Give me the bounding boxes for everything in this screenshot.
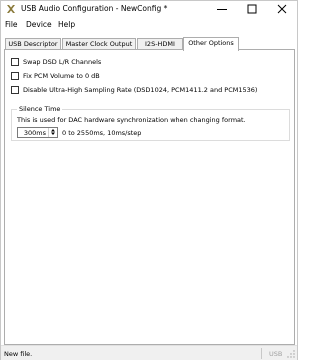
status-separator bbox=[261, 348, 262, 359]
disable-ultra-high-rate-label[interactable]: Disable Ultra-High Sampling Rate (DSD102… bbox=[23, 86, 257, 94]
silence-time-description: This is used for DAC hardware synchroniz… bbox=[17, 116, 246, 124]
minimize-icon bbox=[217, 9, 227, 10]
resize-grip-icon[interactable] bbox=[287, 350, 295, 358]
swap-dsd-checkbox[interactable] bbox=[11, 58, 19, 66]
status-message: New file. bbox=[4, 350, 33, 358]
silence-time-value[interactable]: 300ms bbox=[24, 129, 46, 137]
menu-file[interactable]: File bbox=[5, 20, 18, 29]
silence-time-legend: Silence Time bbox=[17, 105, 63, 113]
status-bar: New file. USB bbox=[1, 345, 297, 360]
tab-other-options[interactable]: Other Options bbox=[183, 37, 239, 51]
fix-pcm-volume-checkbox[interactable] bbox=[11, 72, 19, 80]
tab-panel-other-options: Swap DSD L/R Channels Fix PCM Volume to … bbox=[4, 49, 295, 345]
chevron-down-icon[interactable] bbox=[49, 132, 57, 136]
spin-buttons[interactable] bbox=[48, 128, 57, 137]
close-icon bbox=[277, 4, 287, 14]
swap-dsd-label[interactable]: Swap DSD L/R Channels bbox=[23, 58, 101, 66]
title-bar[interactable]: USB Audio Configuration - NewConfig * bbox=[1, 1, 297, 17]
menu-help[interactable]: Help bbox=[58, 20, 75, 29]
app-logo-icon bbox=[7, 5, 15, 13]
silence-time-range-hint: 0 to 2550ms, 10ms/step bbox=[62, 129, 142, 137]
app-window: USB Audio Configuration - NewConfig * Fi… bbox=[0, 0, 298, 360]
silence-time-group: Silence Time This is used for DAC hardwa… bbox=[11, 105, 290, 141]
minimize-button[interactable] bbox=[207, 1, 237, 17]
maximize-button[interactable] bbox=[237, 1, 267, 17]
window-title: USB Audio Configuration - NewConfig * bbox=[21, 4, 168, 13]
silence-time-spinbox[interactable]: 300ms bbox=[17, 127, 58, 138]
status-connection: USB bbox=[269, 350, 283, 358]
close-button[interactable] bbox=[267, 1, 297, 17]
menu-device[interactable]: Device bbox=[26, 20, 52, 29]
menu-bar: File Device Help bbox=[1, 18, 297, 31]
fix-pcm-volume-label[interactable]: Fix PCM Volume to 0 dB bbox=[23, 72, 100, 80]
disable-ultra-high-rate-checkbox[interactable] bbox=[11, 86, 19, 94]
maximize-icon bbox=[247, 4, 257, 14]
